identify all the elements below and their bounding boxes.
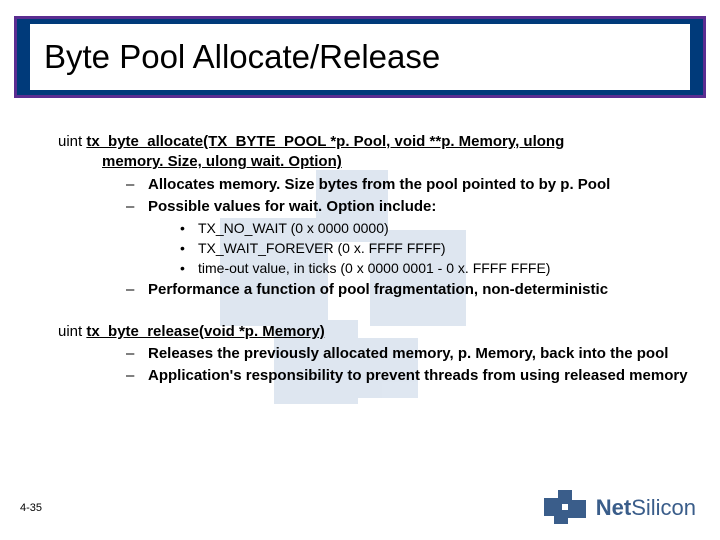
list-item: Performance a function of pool fragmenta… bbox=[148, 280, 690, 300]
list-item: TX_NO_WAIT (0 x 0000 0000) bbox=[198, 219, 690, 238]
bullet-list-tail: Performance a function of pool fragmenta… bbox=[58, 280, 690, 300]
func-signature: uint tx_byte_release(void *p. Memory) bbox=[58, 323, 325, 340]
bullet-list: Allocates memory. Size bytes from the po… bbox=[58, 175, 690, 218]
content: uint tx_byte_allocate(TX_BYTE_POOL *p. P… bbox=[58, 132, 690, 389]
list-item: Releases the previously allocated memory… bbox=[148, 344, 690, 364]
list-item: Application's responsibility to prevent … bbox=[148, 366, 690, 386]
bullet-list: Releases the previously allocated memory… bbox=[58, 344, 690, 387]
func-signature-line1: uint tx_byte_allocate(TX_BYTE_POOL *p. P… bbox=[58, 133, 564, 150]
title-text: Byte Pool Allocate/Release bbox=[44, 38, 440, 76]
func-allocate: uint tx_byte_allocate(TX_BYTE_POOL *p. P… bbox=[58, 132, 690, 300]
func-release: uint tx_byte_release(void *p. Memory) Re… bbox=[58, 322, 690, 387]
slide: Byte Pool Allocate/Release uint tx_byte_… bbox=[0, 0, 720, 540]
list-item: Possible values for wait. Option include… bbox=[148, 197, 690, 217]
sub-bullet-list: TX_NO_WAIT (0 x 0000 0000) TX_WAIT_FOREV… bbox=[58, 219, 690, 278]
list-item: Allocates memory. Size bytes from the po… bbox=[148, 175, 690, 195]
list-item: TX_WAIT_FOREVER (0 x. FFFF FFFF) bbox=[198, 239, 690, 258]
func-signature-line2: memory. Size, ulong wait. Option) bbox=[58, 152, 690, 172]
list-item: time-out value, in ticks (0 x 0000 0001 … bbox=[198, 259, 690, 278]
brand-mark-icon bbox=[544, 490, 588, 526]
brand-text: NetSilicon bbox=[596, 495, 696, 521]
brand-logo: NetSilicon bbox=[544, 490, 696, 526]
page-title: Byte Pool Allocate/Release bbox=[30, 24, 690, 90]
page-number: 4-35 bbox=[20, 502, 42, 514]
